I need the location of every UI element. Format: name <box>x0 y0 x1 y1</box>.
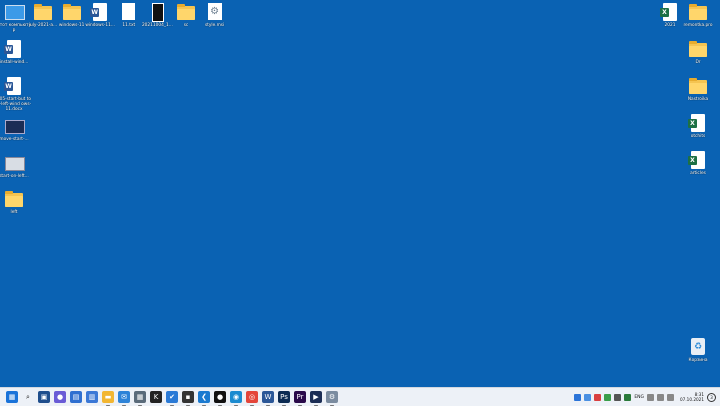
taskbar-edge-icon[interactable]: ◉ <box>230 391 242 406</box>
battery-icon[interactable] <box>667 393 675 401</box>
clock[interactable]: 8:31 07.10.2021 <box>680 392 704 402</box>
taskbar-apps: ▦ ⌕ ▣ ● ▤ ▥ ▬ ✉ ▦ K ✔ ▪ ❮ ● ◉ ◎ W Ps Pr ▶ ⚙ <box>6 391 338 406</box>
display-icon[interactable] <box>614 393 622 401</box>
excel-icon: X <box>688 114 707 132</box>
desktop-icon-folder[interactable]: Nastroika <box>681 77 715 102</box>
taskbar-store-icon[interactable]: ▥ <box>86 391 98 403</box>
gear-icon: ⚙ <box>206 3 224 21</box>
desktop-icon-label: 005-start-but ton-left-wind ows-11.docx <box>0 97 32 112</box>
clock-date: 07.10.2021 <box>680 397 704 402</box>
taskbar-media-app-icon[interactable]: ▶ <box>310 391 322 406</box>
taskbar-search-icon[interactable]: ⌕ <box>22 391 34 403</box>
desktop-icon-thumb[interactable]: move-start-... <box>0 117 31 142</box>
folder-icon <box>34 3 52 21</box>
notification-count: 3 <box>710 394 713 400</box>
app-tray-icon[interactable] <box>604 393 612 401</box>
folder-icon <box>689 3 707 21</box>
pc-icon <box>5 3 25 21</box>
bluetooth-icon[interactable] <box>574 393 582 401</box>
thumb-icon <box>5 117 25 135</box>
desktop-icon-excel[interactable]: Xarticles <box>681 151 715 176</box>
desktop-icon-label: remontka.pro <box>683 23 713 28</box>
thumb2-icon <box>5 154 25 172</box>
taskbar-github-icon[interactable]: ● <box>214 391 226 406</box>
taskbar-settings-icon[interactable]: ⚙ <box>326 391 338 406</box>
taskbar-todo-icon[interactable]: ✔ <box>166 391 178 406</box>
txt-icon <box>120 3 138 21</box>
taskbar-photoshop-icon[interactable]: Ps <box>278 391 290 406</box>
excel-icon: X <box>660 3 679 21</box>
cloud-icon[interactable] <box>584 393 592 401</box>
wifi-icon[interactable] <box>647 393 655 401</box>
taskbar-calculator-icon[interactable]: ▦ <box>134 391 146 406</box>
desktop-icon-word[interactable]: Winstall-wind... <box>0 40 31 65</box>
desktop-icon-folder[interactable]: remontka.pro <box>681 3 715 28</box>
security-icon[interactable] <box>594 393 602 401</box>
desktop-icon-bin[interactable]: ♻ Корзина <box>681 338 715 363</box>
system-tray: ENG 8:31 07.10.2021 3 <box>574 388 716 406</box>
desktop-icon-word[interactable]: W 005-start-but ton-left-wind ows-11.docx <box>0 77 31 112</box>
taskbar-explorer-icon[interactable]: ▬ <box>102 391 114 406</box>
desktop-icon-excel[interactable]: Xotchits <box>681 114 715 139</box>
folder-icon <box>689 77 707 95</box>
taskbar-widgets-icon[interactable]: ▤ <box>70 391 82 403</box>
desktop-icon-label: articles <box>690 171 706 176</box>
desktop: Этот компьютер Winstall-wind... W 005-start… <box>0 0 720 387</box>
folder-icon <box>5 190 23 208</box>
desktop-icon-folder[interactable]: left <box>0 190 31 215</box>
language-indicator[interactable]: ENG <box>634 395 644 400</box>
taskbar-word-icon[interactable]: W <box>262 391 274 406</box>
volume-icon[interactable] <box>657 393 665 401</box>
desktop-icon-label: otchits <box>690 134 706 139</box>
desktop-icon-label: install-wind... <box>0 60 29 65</box>
notification-icon[interactable]: 3 <box>707 392 716 402</box>
word-icon: W <box>90 3 109 21</box>
taskbar-chat-icon[interactable]: ● <box>54 391 66 403</box>
bin-icon: ♻ <box>689 338 707 356</box>
desktop-icon-label: left <box>10 210 18 215</box>
taskbar-task-view-icon[interactable]: ▣ <box>38 391 50 403</box>
desktop-icon-thumb2[interactable]: start-on-left... <box>0 154 31 179</box>
taskbar-start-icon[interactable]: ▦ <box>6 391 18 403</box>
taskbar-terminal-icon[interactable]: ▪ <box>182 391 194 406</box>
nvidia-icon[interactable] <box>624 393 632 401</box>
taskbar-chrome-icon[interactable]: ◎ <box>246 391 258 406</box>
taskbar: ▦ ⌕ ▣ ● ▤ ▥ ▬ ✉ ▦ K ✔ ▪ ❮ ● ◉ ◎ W Ps Pr ▶ ⚙ ENG 8:31 07.10.2… <box>0 387 720 406</box>
desktop-icon-label: style.msi <box>204 23 225 28</box>
desktop-icon-gear[interactable]: ⚙ style.msi <box>198 3 232 28</box>
folder-icon <box>177 3 195 21</box>
desktop-icon-label: Nastroika <box>687 97 709 102</box>
excel-icon: X <box>688 151 707 169</box>
desktop-icon-label: Корзина <box>688 358 708 363</box>
word-icon: W <box>4 77 23 95</box>
folder-icon <box>689 40 707 58</box>
taskbar-premiere-icon[interactable]: Pr <box>294 391 306 406</box>
vid-icon <box>148 3 166 22</box>
folder-icon <box>62 3 81 21</box>
desktop-icon-folder[interactable]: Dr <box>681 40 715 65</box>
taskbar-app-black-icon[interactable]: K <box>150 391 162 403</box>
word-icon: W <box>4 40 23 58</box>
taskbar-mail-icon[interactable]: ✉ <box>118 391 130 406</box>
desktop-icon-label: move-start-... <box>0 137 29 142</box>
desktop-icon-label: start-on-left... <box>0 174 29 179</box>
taskbar-vscode-icon[interactable]: ❮ <box>198 391 210 406</box>
desktop-icon-label: Dr <box>695 60 701 65</box>
